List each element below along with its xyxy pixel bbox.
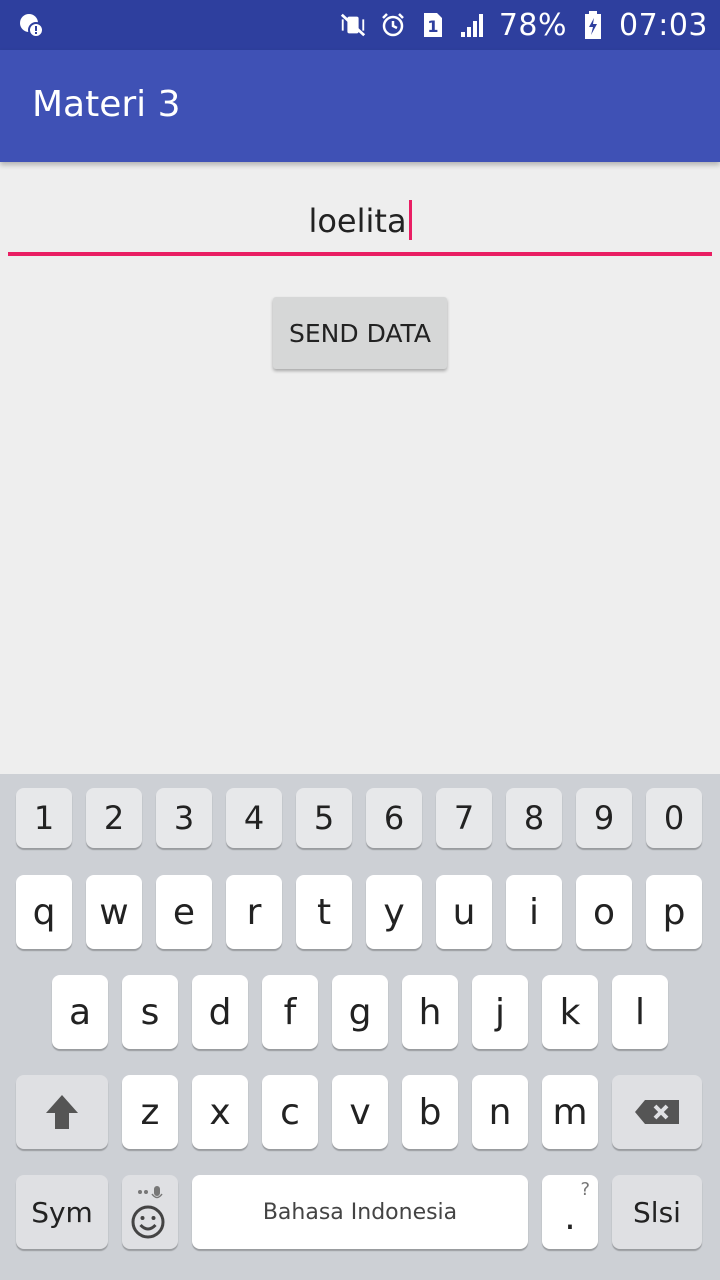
notification-icon xyxy=(18,12,44,38)
space-key-label: Bahasa Indonesia xyxy=(262,1199,458,1225)
battery-charging-icon xyxy=(579,11,607,39)
key-y[interactable]: y xyxy=(366,875,422,949)
key-j[interactable]: j xyxy=(472,975,528,1049)
key-c[interactable]: c xyxy=(262,1075,318,1149)
shift-key[interactable] xyxy=(16,1075,108,1149)
sym-key[interactable]: Sym xyxy=(16,1175,108,1249)
key-d[interactable]: d xyxy=(192,975,248,1049)
key-t[interactable]: t xyxy=(296,875,352,949)
space-key[interactable]: Bahasa Indonesia xyxy=(192,1175,528,1249)
send-data-button[interactable]: SEND DATA xyxy=(273,297,447,369)
key-h[interactable]: h xyxy=(402,975,458,1049)
backspace-icon xyxy=(635,1100,679,1124)
alarm-icon xyxy=(379,11,407,39)
key-e[interactable]: e xyxy=(156,875,212,949)
emoji-icon xyxy=(131,1186,165,1239)
battery-percent: 78% xyxy=(498,7,568,43)
input-value: loelita xyxy=(308,202,407,240)
period-key-label: . xyxy=(564,1196,576,1238)
key-3[interactable]: 3 xyxy=(156,788,212,848)
clock: 07:03 xyxy=(619,7,708,43)
key-f[interactable]: f xyxy=(262,975,318,1049)
key-6[interactable]: 6 xyxy=(366,788,422,848)
key-8[interactable]: 8 xyxy=(506,788,562,848)
app-bar: Materi 3 xyxy=(0,50,720,162)
key-g[interactable]: g xyxy=(332,975,388,1049)
key-9[interactable]: 9 xyxy=(576,788,632,848)
key-z[interactable]: z xyxy=(122,1075,178,1149)
key-l[interactable]: l xyxy=(612,975,668,1049)
key-a[interactable]: a xyxy=(52,975,108,1049)
key-q[interactable]: q xyxy=(16,875,72,949)
backspace-key[interactable] xyxy=(612,1075,702,1149)
key-k[interactable]: k xyxy=(542,975,598,1049)
key-v[interactable]: v xyxy=(332,1075,388,1149)
soft-keyboard: 1 2 3 4 5 6 7 8 9 0 q w e r t y u i o p a s d f g h j k l z x c v b n m Sym B… xyxy=(0,774,720,1280)
input-underline xyxy=(8,252,712,256)
key-p[interactable]: p xyxy=(646,875,702,949)
key-u[interactable]: u xyxy=(436,875,492,949)
key-0[interactable]: 0 xyxy=(646,788,702,848)
signal-icon xyxy=(459,11,487,39)
key-i[interactable]: i xyxy=(506,875,562,949)
status-bar: 1 78% 07:03 xyxy=(0,0,720,50)
mute-vibrate-icon xyxy=(339,11,367,39)
key-2[interactable]: 2 xyxy=(86,788,142,848)
key-s[interactable]: s xyxy=(122,975,178,1049)
text-input-field[interactable]: loelita xyxy=(8,190,712,256)
sim-number: 1 xyxy=(427,17,438,36)
key-b[interactable]: b xyxy=(402,1075,458,1149)
key-n[interactable]: n xyxy=(472,1075,528,1149)
key-1[interactable]: 1 xyxy=(16,788,72,848)
key-5[interactable]: 5 xyxy=(296,788,352,848)
key-w[interactable]: w xyxy=(86,875,142,949)
period-key[interactable]: ?. xyxy=(542,1175,598,1249)
key-o[interactable]: o xyxy=(576,875,632,949)
done-key[interactable]: Slsi xyxy=(612,1175,702,1249)
app-title: Materi 3 xyxy=(32,84,181,125)
shift-arrow-icon xyxy=(46,1095,78,1129)
emoji-key[interactable] xyxy=(122,1175,178,1249)
key-x[interactable]: x xyxy=(192,1075,248,1149)
sim-icon: 1 xyxy=(419,11,447,39)
period-key-hint: ? xyxy=(580,1179,590,1200)
text-caret xyxy=(408,200,412,240)
key-r[interactable]: r xyxy=(226,875,282,949)
key-4[interactable]: 4 xyxy=(226,788,282,848)
key-7[interactable]: 7 xyxy=(436,788,492,848)
key-m[interactable]: m xyxy=(542,1075,598,1149)
